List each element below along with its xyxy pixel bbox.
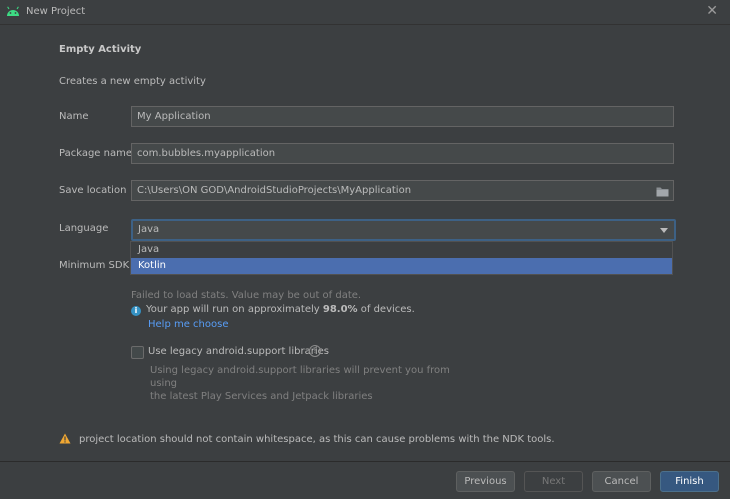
package-name-label: Package name: [59, 148, 132, 159]
legacy-support-label[interactable]: Use legacy android.support libraries: [148, 346, 329, 357]
legacy-support-checkbox[interactable]: [131, 346, 144, 359]
language-select[interactable]: Java: [131, 219, 676, 241]
minimum-sdk-label: Minimum SDK: [59, 260, 130, 271]
chevron-down-icon: [660, 228, 668, 233]
warning-text: project location should not contain whit…: [79, 434, 555, 445]
help-me-choose-link[interactable]: Help me choose: [148, 319, 228, 330]
whitespace-warning: project location should not contain whit…: [59, 433, 555, 447]
title-bar: New Project ✕: [0, 0, 730, 25]
language-option-kotlin[interactable]: Kotlin: [131, 258, 672, 274]
stats-failed-note: Failed to load stats. Value may be out o…: [131, 290, 362, 301]
next-button[interactable]: Next: [524, 471, 583, 492]
package-name-field[interactable]: [131, 143, 674, 164]
name-field[interactable]: [131, 106, 674, 127]
device-coverage-info: i Your app will run on approximately 98.0…: [131, 304, 415, 316]
template-description: Creates a new empty activity: [59, 76, 206, 87]
legacy-desc-line-1: Using legacy android.support libraries w…: [150, 365, 450, 389]
language-label: Language: [59, 223, 109, 234]
coverage-suffix: of devices.: [357, 304, 415, 315]
android-icon: [6, 5, 20, 20]
legacy-desc-line-2: the latest Play Services and Jetpack lib…: [150, 391, 373, 402]
window-title: New Project: [26, 6, 86, 17]
name-label: Name: [59, 111, 89, 122]
cancel-button[interactable]: Cancel: [592, 471, 651, 492]
info-icon: i: [131, 306, 141, 316]
save-location-input[interactable]: [137, 181, 620, 200]
legacy-support-description: Using legacy android.support libraries w…: [150, 364, 450, 403]
coverage-prefix: Your app will run on approximately: [146, 304, 323, 315]
finish-button[interactable]: Finish: [660, 471, 719, 492]
help-question-icon[interactable]: ?: [309, 345, 321, 357]
save-location-field[interactable]: [131, 180, 674, 201]
save-location-label: Save location: [59, 185, 127, 196]
package-name-input[interactable]: [137, 144, 673, 163]
coverage-percent: 98.0%: [322, 304, 358, 315]
language-option-java[interactable]: Java: [131, 242, 672, 258]
template-heading: Empty Activity: [59, 44, 142, 55]
dialog-footer: Previous Next Cancel Finish: [0, 461, 730, 499]
name-input[interactable]: [137, 107, 673, 126]
previous-button[interactable]: Previous: [456, 471, 515, 492]
folder-icon[interactable]: [656, 185, 669, 204]
warning-icon: [59, 433, 71, 447]
language-selected-value: Java: [138, 224, 160, 235]
language-dropdown-list: Java Kotlin: [130, 241, 673, 275]
close-icon[interactable]: ✕: [706, 3, 718, 19]
